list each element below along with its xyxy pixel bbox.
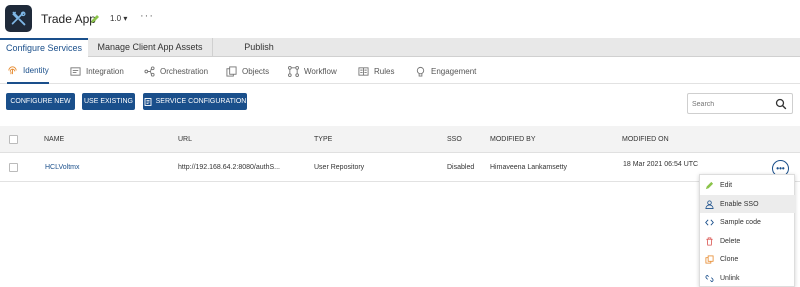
main-tabs: Configure Services Manage Client App Ass… xyxy=(0,38,800,57)
user-icon xyxy=(705,199,714,209)
table-row: HCLVoltmx http://192.168.64.2:8080/authS… xyxy=(0,153,800,182)
row-type: User Repository xyxy=(314,164,365,171)
tools-icon xyxy=(11,11,26,26)
document-icon xyxy=(144,97,152,106)
version-dropdown[interactable]: 1.0 ▾ xyxy=(110,14,127,23)
rules-icon xyxy=(358,66,369,76)
fingerprint-icon xyxy=(8,65,17,74)
subnav-label: Engagement xyxy=(431,66,477,76)
subnav-rules[interactable]: Rules xyxy=(358,58,394,84)
table-header: NAME URL TYPE SSO MODIFIED BY MODIFIED O… xyxy=(0,126,800,153)
subnav-objects[interactable]: Objects xyxy=(226,58,269,84)
row-modified-by: Himaveena Lankamsetty xyxy=(490,164,568,171)
app-header: Trade App 1.0 ▾ ··· xyxy=(0,0,800,38)
subnav-label: Identity xyxy=(23,65,49,75)
configure-new-button[interactable]: CONFIGURE NEW xyxy=(6,93,75,110)
row-context-menu: Edit Enable SSO Sample code Delete Clone… xyxy=(699,174,796,287)
row-sso: Disabled xyxy=(447,164,475,171)
column-header-type[interactable]: TYPE xyxy=(314,126,332,153)
engagement-icon xyxy=(416,66,425,77)
workflow-icon xyxy=(288,65,299,77)
menu-item-enable-sso[interactable]: Enable SSO xyxy=(700,195,796,213)
tab-manage-client-app-assets[interactable]: Manage Client App Assets xyxy=(88,38,212,57)
integration-icon xyxy=(70,66,81,76)
menu-item-label: Unlink xyxy=(720,274,740,282)
column-header-name[interactable]: NAME xyxy=(44,126,64,153)
select-all-checkbox[interactable] xyxy=(9,135,18,144)
menu-item-label: Delete xyxy=(720,237,741,245)
row-name-link[interactable]: HCLVoltmx xyxy=(45,153,80,182)
menu-item-label: Sample code xyxy=(720,218,761,226)
subnav-engagement[interactable]: Engagement xyxy=(415,58,476,84)
ellipsis-icon: ••• xyxy=(776,163,785,173)
trash-icon xyxy=(706,236,713,246)
service-configuration-button[interactable]: SERVICE CONFIGURATION xyxy=(143,93,247,110)
app-title: Trade App xyxy=(41,12,96,26)
subnav-label: Rules xyxy=(374,66,395,76)
menu-item-label: Enable SSO xyxy=(720,200,759,208)
subnav-label: Orchestration xyxy=(160,66,209,76)
service-subnav: Identity Integration Orchestration Objec… xyxy=(0,58,800,84)
subnav-orchestration[interactable]: Orchestration xyxy=(144,58,208,84)
objects-icon xyxy=(226,65,237,77)
column-header-modified-by[interactable]: MODIFIED BY xyxy=(490,126,536,153)
column-header-modified-on[interactable]: MODIFIED ON xyxy=(622,126,669,153)
search-box xyxy=(687,93,793,114)
menu-item-unlink[interactable]: Unlink xyxy=(700,269,796,287)
row-url: http://192.168.64.2:8080/authS... xyxy=(178,164,280,171)
search-icon[interactable] xyxy=(775,98,787,110)
menu-item-delete[interactable]: Delete xyxy=(700,232,796,250)
unlink-icon xyxy=(705,274,714,282)
orchestration-icon xyxy=(144,65,155,77)
row-checkbox[interactable] xyxy=(9,163,18,172)
menu-item-sample-code[interactable]: Sample code xyxy=(700,213,796,231)
subnav-workflow[interactable]: Workflow xyxy=(288,58,337,84)
code-icon xyxy=(705,218,714,226)
subnav-label: Workflow xyxy=(304,66,337,76)
app-logo[interactable] xyxy=(5,5,32,32)
row-modified-on: 18 Mar 2021 06:54 UTC xyxy=(623,161,699,168)
edit-name-pencil-icon[interactable] xyxy=(90,14,100,24)
menu-item-label: Clone xyxy=(720,255,739,263)
service-configuration-label: SERVICE CONFIGURATION xyxy=(155,98,247,105)
menu-item-label: Edit xyxy=(720,181,733,189)
more-options-icon[interactable]: ··· xyxy=(140,10,154,22)
search-input[interactable] xyxy=(692,97,772,111)
pencil-icon xyxy=(705,181,714,189)
clone-icon xyxy=(705,254,714,264)
use-existing-button[interactable]: USE EXISTING xyxy=(82,93,135,110)
column-header-url[interactable]: URL xyxy=(178,126,192,153)
subnav-identity[interactable]: Identity xyxy=(7,58,49,84)
subnav-label: Objects xyxy=(242,66,270,76)
column-header-sso[interactable]: SSO xyxy=(447,126,462,153)
menu-item-clone[interactable]: Clone xyxy=(700,250,796,268)
menu-item-edit[interactable]: Edit xyxy=(700,176,796,194)
tab-configure-services[interactable]: Configure Services xyxy=(0,38,88,57)
tab-publish[interactable]: Publish xyxy=(212,38,305,57)
subnav-integration[interactable]: Integration xyxy=(70,58,124,84)
subnav-label: Integration xyxy=(86,66,124,76)
